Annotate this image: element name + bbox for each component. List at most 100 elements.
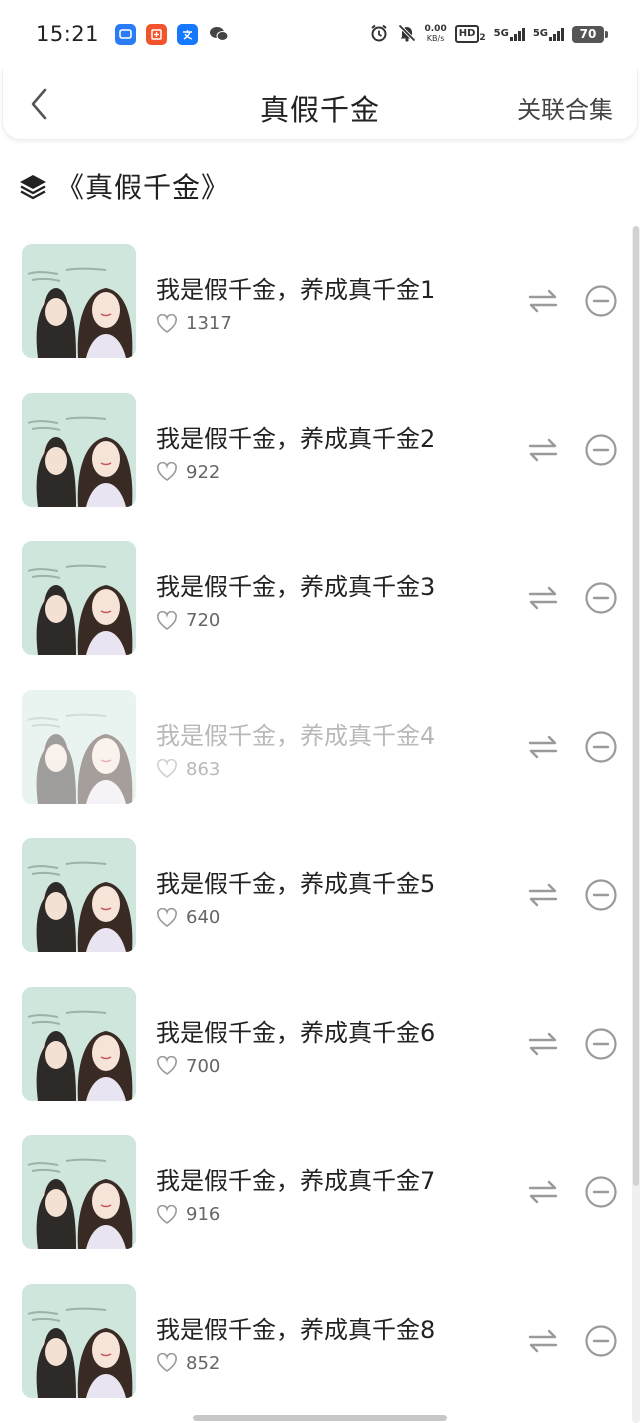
- minus-circle-icon: [585, 285, 617, 317]
- cover-thumbnail[interactable]: [22, 392, 136, 507]
- scrollbar-thumb[interactable]: [633, 226, 639, 1186]
- cover-image: [22, 986, 136, 1101]
- cover-thumbnail[interactable]: [22, 1283, 136, 1398]
- reorder-button[interactable]: [526, 1324, 560, 1358]
- status-bar: 15:21 0.00 KB/s HD 2 5G 5G 70: [0, 0, 640, 68]
- list-item[interactable]: 我是假千金，养成真千金1 1317: [0, 226, 640, 375]
- heart-icon[interactable]: [156, 1353, 178, 1373]
- item-title[interactable]: 我是假千金，养成真千金7: [156, 1161, 435, 1196]
- heart-icon[interactable]: [156, 313, 178, 334]
- item-title[interactable]: 我是假千金，养成真千金2: [156, 419, 435, 454]
- remove-button[interactable]: [584, 284, 618, 318]
- list-item[interactable]: 我是假千金，养成真千金2 922: [0, 375, 640, 524]
- likes-row: 863: [156, 759, 220, 780]
- list-item[interactable]: 我是假千金，养成真千金3 720: [0, 523, 640, 672]
- episode-list: 我是假千金，养成真千金1 1317 我是假千金，养成真千金2 922 我是假千金…: [0, 226, 640, 1414]
- likes-row: 1317: [156, 313, 232, 334]
- cover-image: [22, 838, 136, 952]
- reorder-button[interactable]: [526, 730, 560, 764]
- cover-thumbnail[interactable]: [22, 541, 136, 655]
- reorder-button[interactable]: [526, 581, 560, 615]
- cover-thumbnail[interactable]: [22, 1135, 136, 1249]
- remove-button[interactable]: [584, 878, 618, 912]
- list-item[interactable]: 我是假千金，养成真千金5 640: [0, 820, 640, 969]
- cover-thumbnail[interactable]: [22, 244, 136, 358]
- cover-thumbnail[interactable]: [22, 986, 136, 1101]
- likes-row: 720: [156, 610, 220, 631]
- reorder-button[interactable]: [526, 878, 560, 912]
- signal-bars-icon: [549, 27, 564, 41]
- remove-button[interactable]: [584, 1175, 618, 1209]
- scrollbar[interactable]: [632, 226, 640, 1423]
- item-title[interactable]: 我是假千金，养成真千金8: [156, 1310, 435, 1345]
- reorder-button[interactable]: [526, 433, 560, 467]
- heart-icon[interactable]: [156, 1056, 178, 1076]
- minus-circle-icon: [585, 879, 617, 911]
- net-speed-unit: KB/s: [426, 34, 445, 43]
- remove-button[interactable]: [584, 1324, 618, 1358]
- item-title[interactable]: 我是假千金，养成真千金5: [156, 864, 435, 899]
- reorder-button[interactable]: [526, 1027, 560, 1061]
- system-status: 0.00 KB/s HD 2 5G 5G 70: [369, 23, 608, 46]
- swap-arrows-icon: [528, 1180, 558, 1204]
- minus-circle-icon: [585, 730, 617, 763]
- list-item[interactable]: 我是假千金，养成真千金6 700: [0, 969, 640, 1118]
- signal-bars-icon: [509, 27, 525, 41]
- item-title[interactable]: 我是假千金，养成真千金1: [156, 270, 435, 305]
- list-item[interactable]: 我是假千金，养成真千金8 852: [0, 1266, 640, 1415]
- item-title[interactable]: 我是假千金，养成真千金3: [156, 567, 435, 602]
- home-indicator[interactable]: [193, 1415, 447, 1421]
- back-button[interactable]: [21, 86, 57, 122]
- cover-image: [22, 541, 136, 655]
- swap-arrows-icon: [528, 883, 558, 907]
- remove-button[interactable]: [584, 433, 618, 467]
- swap-arrows-icon: [528, 586, 558, 610]
- list-item[interactable]: 我是假千金，养成真千金4 863: [0, 672, 640, 821]
- remove-button[interactable]: [584, 730, 618, 764]
- notification-icons: [115, 23, 230, 45]
- battery-indicator: 70: [572, 25, 608, 43]
- sim2-net-label: 5G: [532, 27, 548, 39]
- sim1-signal: 5G: [494, 27, 525, 41]
- likes-count: 852: [186, 1352, 221, 1374]
- minus-circle-icon: [585, 1324, 617, 1357]
- reorder-button[interactable]: [526, 1175, 560, 1209]
- status-time: 15:21: [36, 22, 100, 46]
- link-collection-button[interactable]: 关联合集: [517, 90, 613, 125]
- heart-icon[interactable]: [156, 907, 178, 928]
- minus-circle-icon: [585, 582, 617, 614]
- likes-count: 922: [186, 461, 221, 483]
- battery-level: 70: [579, 27, 597, 41]
- likes-count: 863: [186, 758, 221, 780]
- likes-count: 916: [186, 1204, 221, 1225]
- cover-thumbnail[interactable]: [22, 689, 136, 804]
- top-nav-bar: 真假千金 关联合集: [2, 70, 638, 140]
- heart-icon[interactable]: [156, 610, 178, 631]
- likes-row: 700: [156, 1056, 220, 1077]
- cover-image: [22, 1135, 136, 1249]
- cover-image: [22, 392, 136, 507]
- likes-count: 700: [186, 1055, 221, 1077]
- swap-arrows-icon: [528, 735, 558, 758]
- alarm-icon: [369, 23, 389, 46]
- remove-button[interactable]: [584, 581, 618, 615]
- swap-arrows-icon: [528, 1329, 558, 1352]
- taobao-icon: [146, 23, 168, 45]
- net-speed: 0.00 KB/s: [425, 24, 447, 44]
- heart-icon[interactable]: [156, 1204, 178, 1225]
- reorder-button[interactable]: [526, 284, 560, 318]
- item-title[interactable]: 我是假千金，养成真千金4: [156, 716, 435, 751]
- minus-circle-icon: [585, 433, 617, 466]
- collection-header: 《真假千金》: [18, 166, 230, 206]
- cover-thumbnail[interactable]: [22, 838, 136, 952]
- likes-row: 916: [156, 1204, 220, 1225]
- likes-count: 720: [186, 610, 221, 631]
- minus-circle-icon: [585, 1027, 617, 1060]
- collection-title: 《真假千金》: [56, 171, 231, 204]
- item-title[interactable]: 我是假千金，养成真千金6: [156, 1013, 435, 1048]
- list-item[interactable]: 我是假千金，养成真千金7 916: [0, 1117, 640, 1266]
- remove-button[interactable]: [584, 1027, 618, 1061]
- heart-icon[interactable]: [156, 759, 178, 779]
- swap-arrows-icon: [528, 438, 558, 461]
- heart-icon[interactable]: [156, 462, 178, 482]
